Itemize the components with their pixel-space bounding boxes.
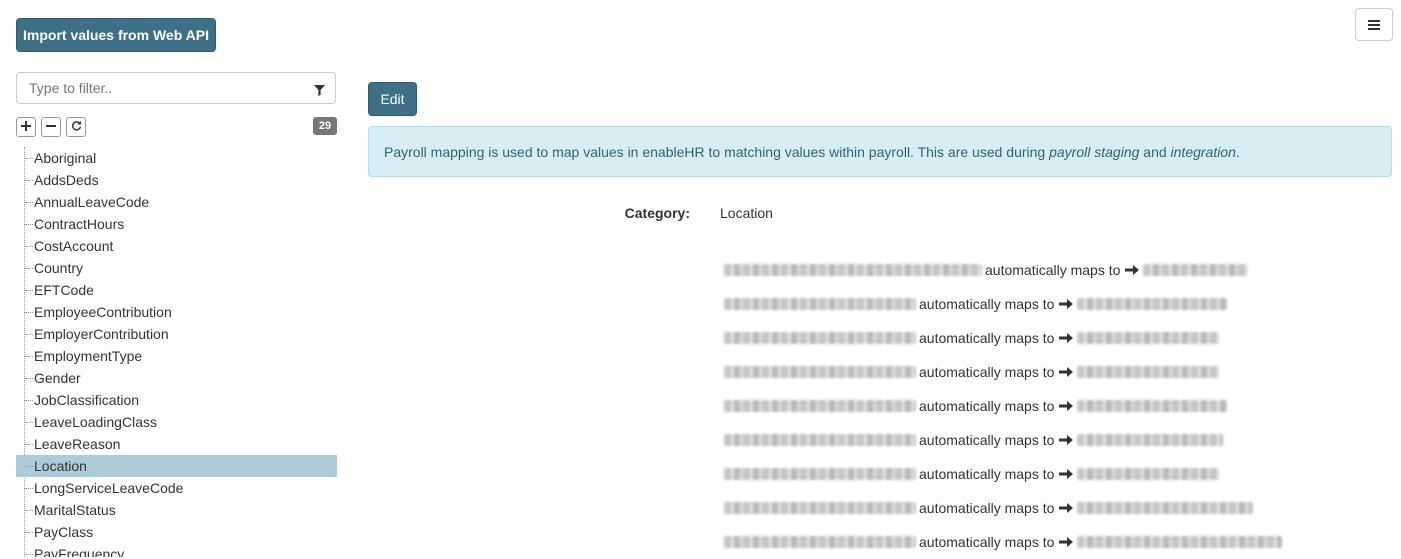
arrow-right-icon (1059, 468, 1074, 480)
category-value: Location (720, 205, 773, 221)
info-em-payroll-staging: payroll staging (1049, 144, 1140, 160)
mapping-row: automatically maps to (724, 491, 1282, 525)
tree-item[interactable]: LongServiceLeaveCode (16, 477, 337, 499)
tree-item[interactable]: EmployerContribution (16, 323, 337, 345)
redacted-source-value (724, 366, 916, 378)
tree-item[interactable]: ContractHours (16, 213, 337, 235)
tree-item[interactable]: PayClass (16, 521, 337, 543)
arrow-right-icon (1059, 298, 1074, 310)
mapping-text: automatically maps to (919, 534, 1055, 550)
tree-item[interactable]: Gender (16, 367, 337, 389)
count-badge: 29 (313, 117, 337, 135)
info-text-2: and (1139, 144, 1171, 160)
tree-item[interactable]: JobClassification (16, 389, 337, 411)
mapping-row: automatically maps to (724, 287, 1282, 321)
info-text-3: . (1235, 144, 1240, 160)
arrow-right-icon (1059, 366, 1074, 378)
collapse-all-button[interactable] (41, 117, 61, 137)
mapping-row: automatically maps to (724, 355, 1282, 389)
tree-item[interactable]: Location (16, 455, 337, 477)
redacted-target-value (1077, 400, 1228, 412)
arrow-right-icon (1059, 536, 1074, 548)
tree-item[interactable]: EmploymentType (16, 345, 337, 367)
mapping-text: automatically maps to (919, 330, 1055, 346)
mapping-text: automatically maps to (919, 500, 1055, 516)
mapping-text: automatically maps to (919, 364, 1055, 380)
category-label: Category: (624, 205, 690, 221)
refresh-icon (71, 118, 82, 136)
redacted-target-value (1077, 502, 1254, 514)
arrow-right-icon (1059, 400, 1074, 412)
tree-item[interactable]: MaritalStatus (16, 499, 337, 521)
tree-item[interactable]: CostAccount (16, 235, 337, 257)
tree-item[interactable]: Country (16, 257, 337, 279)
redacted-target-value (1077, 298, 1228, 310)
mapping-list: automatically maps to automatically maps … (724, 253, 1283, 559)
redacted-target-value (1077, 468, 1220, 480)
arrow-right-icon (1059, 502, 1074, 514)
category-tree: Aboriginal AddsDeds AnnualLeaveCode Contrac… (16, 147, 337, 557)
info-alert: Payroll mapping is used to map values in… (368, 126, 1392, 177)
mapping-text: automatically maps to (919, 432, 1055, 448)
import-web-api-button[interactable]: Import values from Web API (16, 18, 216, 52)
mapping-text: automatically maps to (985, 262, 1121, 278)
plus-icon (21, 118, 31, 136)
tree-item[interactable]: PayFrequency (16, 543, 337, 557)
redacted-source-value (724, 468, 916, 480)
expand-all-button[interactable] (16, 117, 36, 137)
redacted-source-value (724, 502, 916, 514)
filter-input[interactable] (17, 73, 309, 103)
tree-item[interactable]: EmployeeContribution (16, 301, 337, 323)
redacted-target-value (1077, 366, 1220, 378)
redacted-source-value (724, 434, 916, 446)
tree-item[interactable]: Aboriginal (16, 147, 337, 169)
filter-funnel-icon[interactable] (314, 83, 325, 101)
info-text-1: Payroll mapping is used to map values in… (384, 144, 1050, 160)
redacted-source-value (724, 332, 916, 344)
tree-item[interactable]: AddsDeds (16, 169, 337, 191)
tree-item[interactable]: LeaveLoadingClass (16, 411, 337, 433)
info-em-integration: integration (1170, 144, 1236, 160)
redacted-target-value (1143, 264, 1249, 276)
redacted-target-value (1077, 332, 1220, 344)
arrow-right-icon (1125, 264, 1140, 276)
tree-item[interactable]: EFTCode (16, 279, 337, 301)
mapping-text: automatically maps to (919, 296, 1055, 312)
mapping-row: automatically maps to (724, 525, 1283, 559)
redacted-source-value (724, 536, 916, 548)
redacted-source-value (724, 264, 982, 276)
mapping-row: automatically maps to (724, 457, 1282, 491)
mapping-text: automatically maps to (919, 466, 1055, 482)
refresh-button[interactable] (66, 117, 86, 137)
menu-button[interactable] (1355, 8, 1393, 41)
redacted-target-value (1077, 536, 1283, 548)
hamburger-menu-icon (1368, 19, 1380, 30)
redacted-source-value (724, 298, 916, 310)
edit-button[interactable]: Edit (368, 82, 417, 116)
filter-field[interactable] (16, 72, 336, 104)
mapping-row: automatically maps to (724, 423, 1282, 457)
arrow-right-icon (1059, 434, 1074, 446)
tree-item[interactable]: AnnualLeaveCode (16, 191, 337, 213)
redacted-target-value (1077, 434, 1224, 446)
arrow-right-icon (1059, 332, 1074, 344)
minus-icon (46, 118, 56, 136)
redacted-source-value (724, 400, 916, 412)
tree-item[interactable]: LeaveReason (16, 433, 337, 455)
mapping-row: automatically maps to (724, 321, 1282, 355)
mapping-text: automatically maps to (919, 398, 1055, 414)
mapping-row: automatically maps to (724, 253, 1282, 287)
mapping-row: automatically maps to (724, 389, 1282, 423)
